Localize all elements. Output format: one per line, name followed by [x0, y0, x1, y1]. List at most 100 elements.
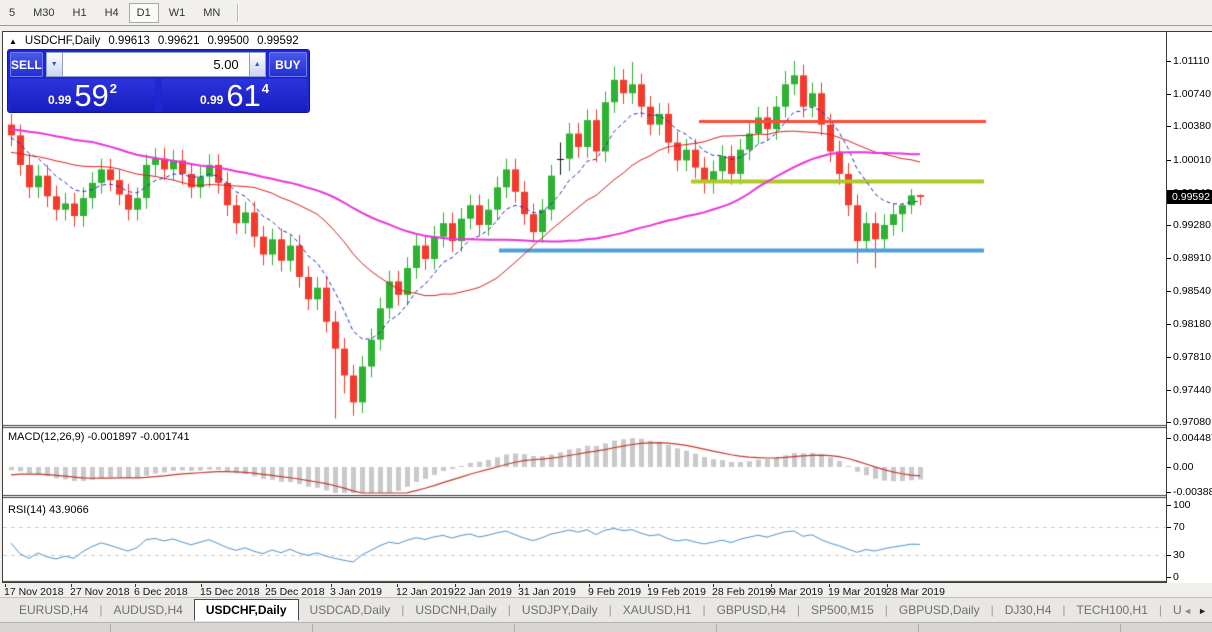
- macd-main-value: -0.001897: [87, 431, 137, 443]
- buy-price-button[interactable]: 0.99 61 4: [162, 79, 307, 112]
- tab-audusd-h4[interactable]: AUDUSD,H4: [102, 600, 193, 620]
- price-axis-label: 0.97440: [1173, 384, 1211, 396]
- chart-symbol-label: USDCHF,Daily: [25, 35, 100, 47]
- macd-title: MACD(12,26,9): [8, 431, 84, 443]
- macd-indicator-label: MACD(12,26,9) -0.001897 -0.001741: [8, 431, 190, 443]
- price-axis-label: 0.97810: [1173, 351, 1211, 363]
- price-axis-label-tick: [1167, 324, 1171, 325]
- strip-mark: [716, 624, 717, 632]
- date-axis[interactable]: 17 Nov 201827 Nov 20186 Dec 201815 Dec 2…: [2, 584, 1212, 597]
- macd-axis-label-tick: [1167, 438, 1171, 439]
- tab-scroll-left-icon[interactable]: ◄: [1183, 606, 1192, 616]
- rsi-axis-label-tick: [1167, 577, 1171, 578]
- sell-price-button[interactable]: 0.99 59 2: [10, 79, 155, 112]
- rsi-axis-label-tick: [1167, 555, 1171, 556]
- price-axis-label: 0.98910: [1173, 252, 1211, 264]
- macd-axis-label: 0.004487: [1173, 432, 1212, 444]
- timeframe-button-d1[interactable]: D1: [129, 3, 159, 23]
- buy-button[interactable]: BUY: [269, 52, 307, 77]
- timeframe-button-5[interactable]: 5: [1, 3, 23, 23]
- tab-gbpusd-daily[interactable]: GBPUSD,Daily: [888, 600, 991, 620]
- price-axis-label-tick: [1167, 160, 1171, 161]
- strip-mark: [918, 624, 919, 632]
- chart-low-value: 0.99500: [207, 35, 249, 47]
- sell-price-big: 59: [74, 81, 108, 110]
- price-axis-label: 1.00010: [1173, 154, 1211, 166]
- rsi-value: 43.9066: [49, 504, 89, 516]
- timeframe-buttons: 5M30H1H4D1W1MN: [0, 3, 229, 23]
- price-axis-label-tick: [1167, 422, 1171, 423]
- rsi-axis-label: 30: [1173, 549, 1185, 561]
- price-axis-label: 1.01110: [1173, 55, 1209, 67]
- price-axis-label-tick: [1167, 225, 1171, 226]
- price-axis-label-tick: [1167, 258, 1171, 259]
- timeframe-toolbar: 5M30H1H4D1W1MN: [0, 0, 1212, 26]
- volume-increase-icon[interactable]: ▲: [249, 52, 266, 77]
- rsi-axis-label: 100: [1173, 499, 1191, 511]
- price-axis-label-tick: [1167, 126, 1171, 127]
- price-axis-label: 1.00380: [1173, 120, 1211, 132]
- price-axis-label: 0.98180: [1173, 318, 1211, 330]
- chart-title-row: ▲ USDCHF,Daily 0.99613 0.99621 0.99500 0…: [9, 35, 299, 47]
- price-axis[interactable]: 0.99592 1.011101.007401.003801.000100.99…: [1166, 32, 1212, 583]
- rsi-axis-label-tick: [1167, 505, 1171, 506]
- buy-price-pips: 4: [262, 81, 269, 96]
- tab-tech100-h1[interactable]: TECH100,H1: [1066, 600, 1159, 620]
- tab-usdchf-daily[interactable]: USDCHF,Daily: [194, 599, 299, 621]
- timeframe-button-mn[interactable]: MN: [195, 3, 228, 23]
- chart-tab-bar: EURUSD,H4|AUDUSD,H4USDCHF,DailyUSDCAD,Da…: [0, 597, 1212, 622]
- one-click-trading-panel: SELL ▼ ▲ BUY 0.99 59 2 0.99 61 4: [7, 49, 310, 113]
- strip-mark: [1120, 624, 1121, 632]
- sell-button[interactable]: SELL: [10, 52, 43, 77]
- volume-decrease-icon[interactable]: ▼: [46, 52, 63, 77]
- window-bottom-strip: [0, 622, 1212, 632]
- price-axis-label-tick: [1167, 357, 1171, 358]
- price-axis-label-tick: [1167, 94, 1171, 95]
- chart-canvas[interactable]: [3, 32, 1166, 582]
- timeframe-button-h4[interactable]: H4: [97, 3, 127, 23]
- rsi-axis-label: 0: [1173, 571, 1179, 583]
- tab-xauusd-h1[interactable]: XAUUSD,H1: [612, 600, 703, 620]
- strip-mark: [312, 624, 313, 632]
- price-axis-label: 1.00740: [1173, 88, 1211, 100]
- tab-usdcad-daily[interactable]: USDCAD,Daily: [299, 600, 402, 620]
- sell-price-pips: 2: [110, 81, 117, 96]
- toolbar-separator: [237, 4, 238, 22]
- price-axis-label-tick: [1167, 390, 1171, 391]
- sell-price-prefix: 0.99: [48, 93, 71, 107]
- timeframe-button-h1[interactable]: H1: [65, 3, 95, 23]
- chart-high-value: 0.99621: [158, 35, 200, 47]
- macd-axis-label: 0.00: [1173, 461, 1193, 473]
- tab-usdcnh-daily[interactable]: USDCNH,Daily: [404, 600, 507, 620]
- price-axis-label-tick: [1167, 291, 1171, 292]
- tab-usdjpy-daily[interactable]: USDJPY,Daily: [511, 600, 609, 620]
- price-axis-label: 0.99280: [1173, 219, 1211, 231]
- collapse-panel-icon[interactable]: ▲: [9, 37, 17, 46]
- tab-eurusd-h4[interactable]: EURUSD,H4: [8, 600, 99, 620]
- tab-gbpusd-h4[interactable]: GBPUSD,H4: [706, 600, 797, 620]
- price-axis-label: 0.98540: [1173, 285, 1211, 297]
- volume-stepper: ▼ ▲: [46, 52, 266, 77]
- strip-mark: [110, 624, 111, 632]
- strip-mark: [514, 624, 515, 632]
- timeframe-button-m30[interactable]: M30: [25, 3, 62, 23]
- rsi-title: RSI(14): [8, 504, 46, 516]
- macd-axis-label-tick: [1167, 467, 1171, 468]
- price-axis-label: 0.97080: [1173, 416, 1211, 428]
- chart-close-value: 0.99592: [257, 35, 299, 47]
- tab-sp500-m15[interactable]: SP500,M15: [800, 600, 885, 620]
- rsi-axis-label: 70: [1173, 521, 1185, 533]
- macd-signal-value: -0.001741: [140, 431, 190, 443]
- volume-input[interactable]: [63, 52, 249, 77]
- timeframe-button-w1[interactable]: W1: [161, 3, 194, 23]
- chart-open-value: 0.99613: [108, 35, 150, 47]
- buy-price-prefix: 0.99: [200, 93, 223, 107]
- tab-scroll-right-icon[interactable]: ►: [1198, 606, 1207, 616]
- price-axis-label-tick: [1167, 61, 1171, 62]
- tab-dj30-h4[interactable]: DJ30,H4: [994, 600, 1063, 620]
- rsi-axis-label-tick: [1167, 527, 1171, 528]
- macd-axis-label-tick: [1167, 492, 1171, 493]
- macd-axis-label: -0.003883: [1173, 486, 1212, 498]
- buy-price-big: 61: [226, 81, 260, 110]
- rsi-indicator-label: RSI(14) 43.9066: [8, 504, 89, 516]
